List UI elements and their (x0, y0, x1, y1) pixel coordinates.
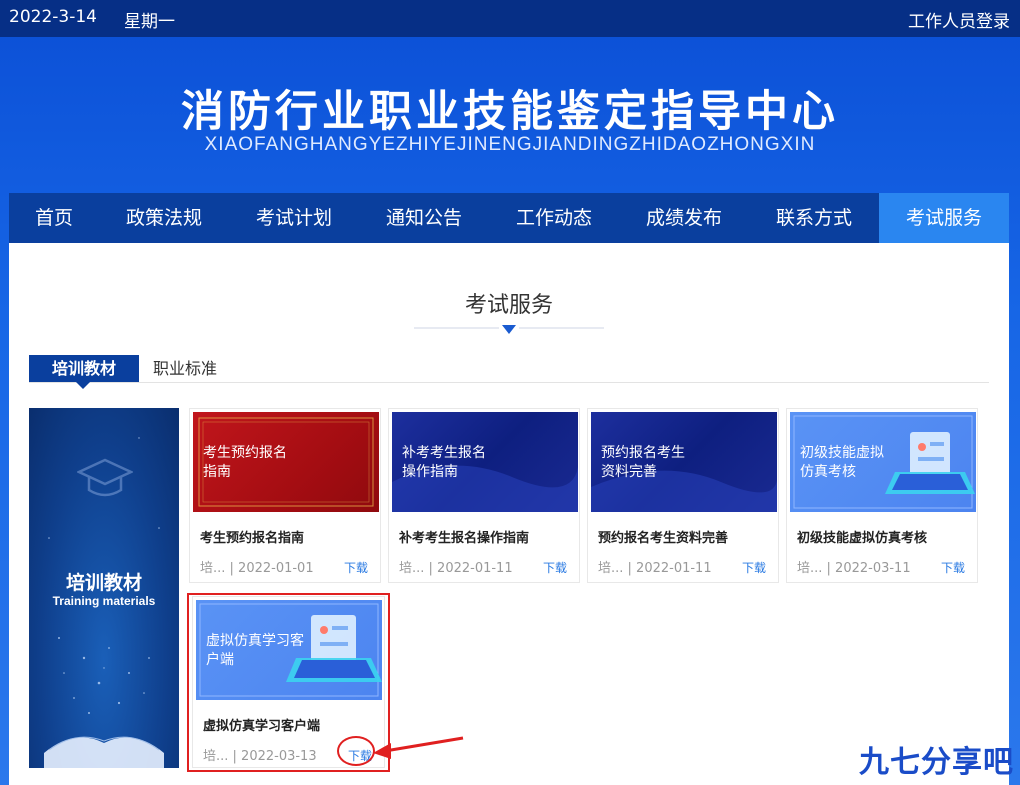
nav-item-policy[interactable]: 政策法规 (99, 193, 229, 243)
site-subtitle: XIAOFANGHANGYEZHIYEJINENGJIANDINGZHIDAOZ… (204, 134, 816, 155)
panel-subtitle: Training materials (52, 594, 156, 608)
nav-item-home[interactable]: 首页 (9, 193, 99, 243)
material-card[interactable]: 预约报名考生资料完善 预约报名考生资料完善 培... | 2022-01-11 … (587, 408, 779, 583)
site-banner: 消防行业职业技能鉴定指导中心 XIAOFANGHANGYEZHIYEJINENG… (0, 37, 1020, 193)
card-meta: 培... | 2022-01-01 (200, 561, 314, 576)
tab-occupational-standards[interactable]: 职业标准 (153, 355, 217, 382)
watermark-logo: 九七分享吧 (859, 745, 1014, 780)
section-title: 考试服务 (464, 293, 553, 318)
title-divider (414, 325, 604, 334)
card-thumbnail: 预约报名考生资料完善 (591, 412, 777, 512)
current-weekday: 星期一 (124, 12, 175, 32)
download-link[interactable]: 下载 (742, 559, 766, 576)
site-title: 消防行业职业技能鉴定指导中心 (181, 87, 839, 137)
pointer-arrow-icon (373, 736, 464, 759)
training-materials-panel: 培训教材 Training materials (29, 408, 179, 768)
staff-login-link[interactable]: 工作人员登录 (908, 7, 1010, 32)
card-thumbnail: 补考考生报名操作指南 (392, 412, 578, 512)
thumbnail-label: 考生预约报名指南 (203, 445, 287, 480)
nav-item-scores[interactable]: 成绩发布 (619, 193, 749, 243)
material-card[interactable]: 考生预约报名指南 考生预约报名指南 培... | 2022-01-01 下载 (189, 408, 381, 583)
nav-item-notices[interactable]: 通知公告 (359, 193, 489, 243)
download-link[interactable]: 下载 (543, 559, 567, 576)
card-title[interactable]: 初级技能虚拟仿真考核 (797, 527, 927, 546)
material-card[interactable]: 初级技能虚拟仿真考核 初级技能虚拟仿真考核 培... | 2022-03-11 … (786, 408, 978, 583)
nav-item-exam-plan[interactable]: 考试计划 (229, 193, 359, 243)
thumbnail-label: 补考考生报名操作指南 (402, 445, 486, 480)
thumbnail-label: 初级技能虚拟仿真考核 (800, 445, 884, 480)
download-link[interactable]: 下载 (344, 559, 368, 576)
card-title[interactable]: 考生预约报名指南 (200, 527, 304, 546)
nav-item-exam-service[interactable]: 考试服务 (879, 193, 1009, 243)
nav-item-contact[interactable]: 联系方式 (749, 193, 879, 243)
card-meta: 培... | 2022-03-11 (797, 561, 911, 576)
highlight-circle (337, 736, 375, 766)
main-content: 考试服务 培训教材 职业标准 培训教材 Training materials 考… (9, 243, 1009, 785)
nav-item-news[interactable]: 工作动态 (489, 193, 619, 243)
material-card[interactable]: 补考考生报名操作指南 补考考生报名操作指南 培... | 2022-01-11 … (388, 408, 580, 583)
panel-title: 培训教材 (65, 572, 142, 594)
card-thumbnail: 初级技能虚拟仿真考核 (790, 412, 976, 512)
download-link[interactable]: 下载 (941, 559, 965, 576)
category-tabs: 培训教材 职业标准 (29, 355, 989, 389)
thumbnail-label: 预约报名考生资料完善 (601, 445, 685, 480)
top-bar: 2022-3-14 星期一 工作人员登录 (0, 0, 1020, 37)
card-title[interactable]: 补考考生报名操作指南 (399, 527, 529, 546)
graduation-cap-icon (77, 458, 133, 497)
card-thumbnail: 考生预约报名指南 (193, 412, 379, 512)
card-meta: 培... | 2022-01-11 (399, 561, 513, 576)
current-date: 2022-3-14 (9, 7, 97, 27)
main-nav: 首页 政策法规 考试计划 通知公告 工作动态 成绩发布 联系方式 考试服务 (9, 193, 1009, 243)
card-title[interactable]: 预约报名考生资料完善 (598, 527, 728, 546)
card-meta: 培... | 2022-01-11 (598, 561, 712, 576)
tab-training-materials[interactable]: 培训教材 (29, 355, 139, 389)
